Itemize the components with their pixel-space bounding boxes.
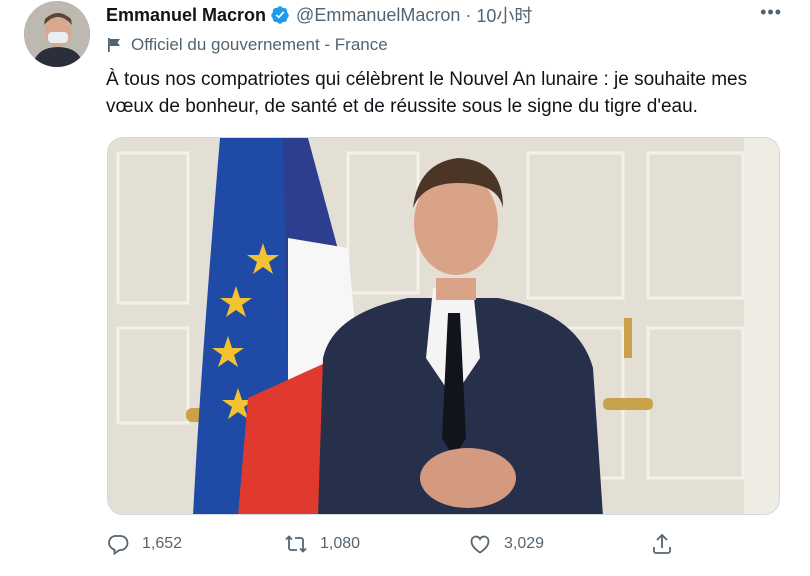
like-button[interactable]: 3,029 [468,532,544,556]
like-icon [470,535,490,554]
tweet-timestamp[interactable]: 10小时 [476,2,532,28]
verified-badge-icon [271,6,289,24]
government-label: Officiel du gouvernement - France [106,35,388,55]
share-button[interactable] [650,532,686,556]
retweet-count: 1,080 [320,535,361,552]
tweet-header: Emmanuel Macron @EmmanuelMacron · 10小时 •… [106,2,790,28]
video-player[interactable] [107,137,780,515]
author-handle[interactable]: @EmmanuelMacron [296,5,460,26]
more-options-button[interactable]: ••• [760,2,782,23]
tweet-text: À tous nos compatriotes qui célèbrent le… [106,69,748,117]
like-count: 3,029 [504,535,545,552]
retweet-button[interactable]: 1,080 [284,532,360,556]
tweet-actions: 1,652 1,080 3,029 [106,532,676,562]
government-flag-icon [108,38,120,52]
video-frame [108,138,779,514]
profile-avatar[interactable] [24,1,90,67]
government-label-text: Officiel du gouvernement - France [131,35,388,54]
reply-button[interactable]: 1,652 [106,532,182,556]
reply-count: 1,652 [142,535,183,552]
retweet-icon [285,535,307,553]
avatar-image [24,1,90,67]
author-name[interactable]: Emmanuel Macron [106,5,266,26]
share-icon [653,533,671,554]
separator-dot: · [465,4,472,25]
reply-icon [108,535,129,556]
